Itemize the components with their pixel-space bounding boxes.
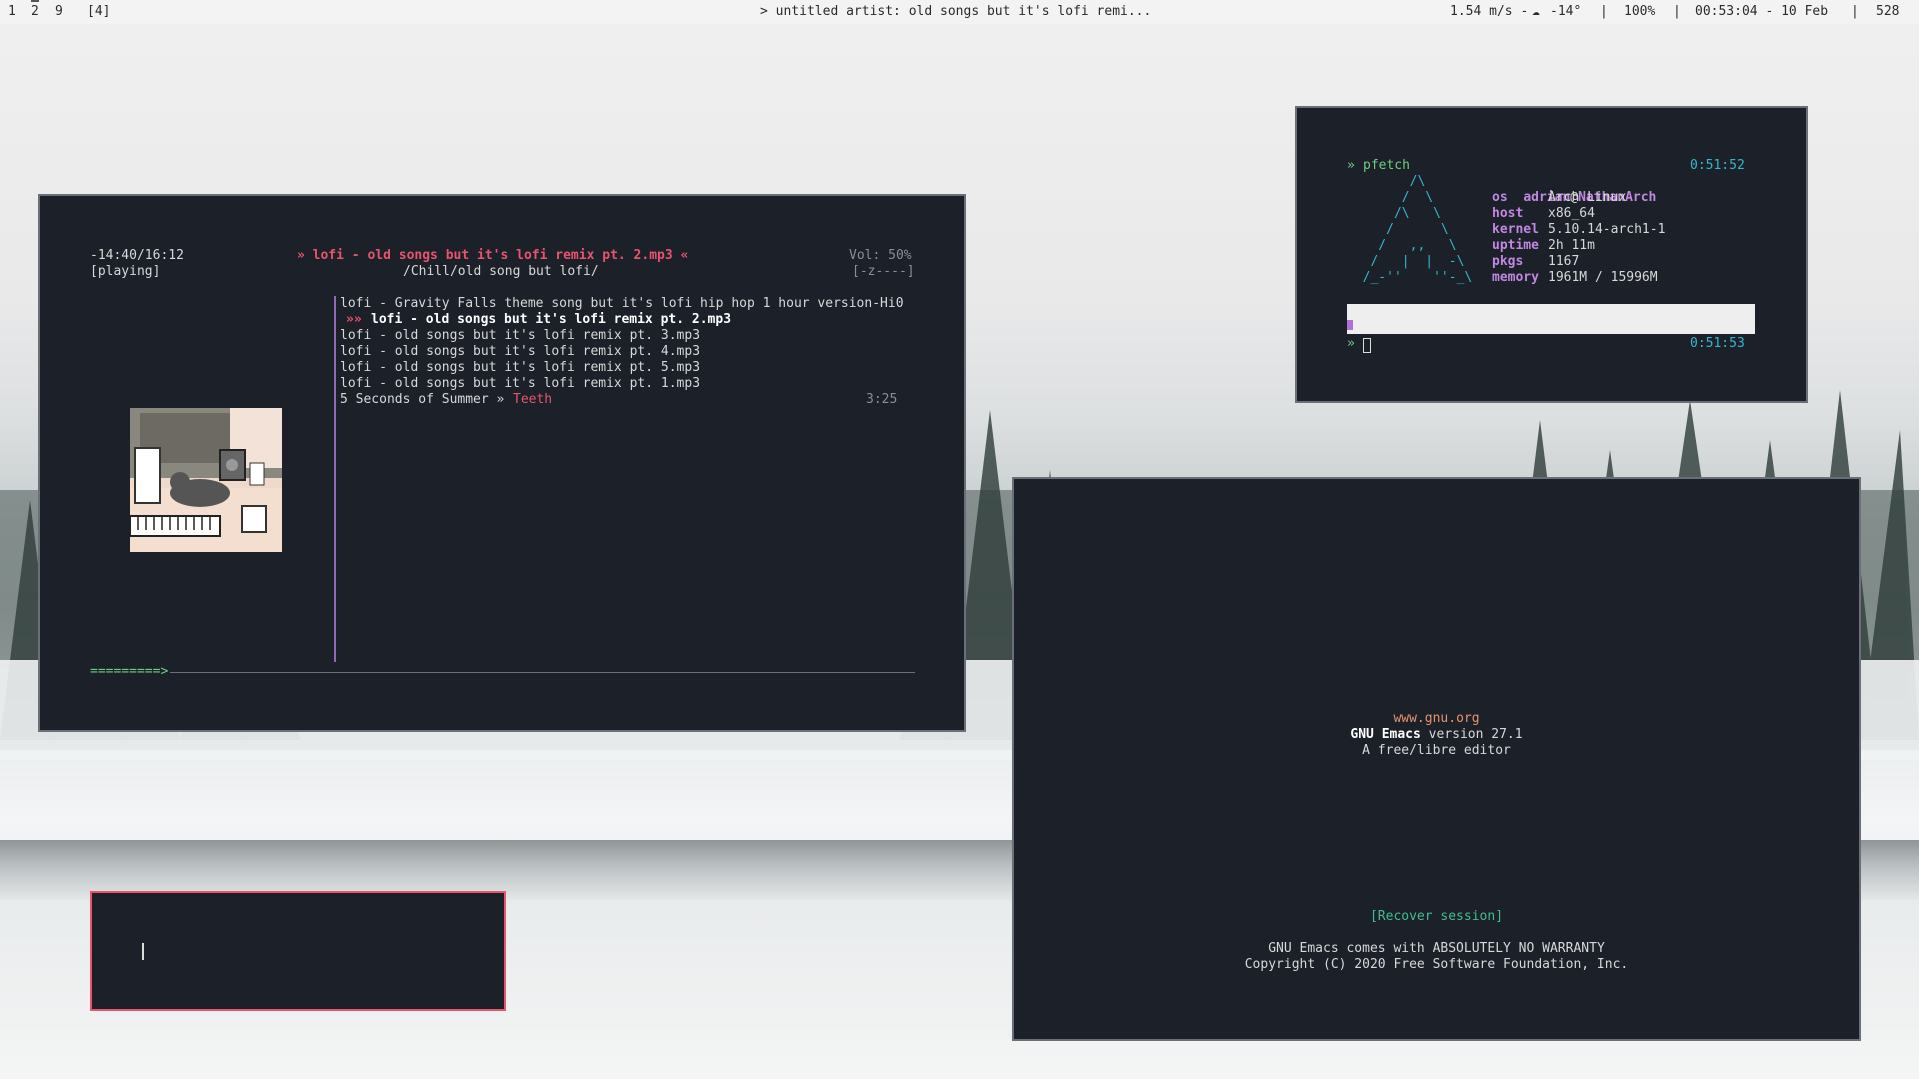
- queue-item-duration: 3:25: [866, 392, 898, 407]
- queue-item-title[interactable]: Teeth: [513, 392, 552, 408]
- album-art-illustration: [130, 408, 282, 552]
- info-value: 1961M / 15996M: [1548, 270, 1658, 285]
- emacs-window[interactable]: www.gnu.org GNU Emacs version 27.1 A fre…: [1012, 477, 1861, 1041]
- queue-item[interactable]: lofi - old songs but it's lofi remix pt.…: [340, 344, 700, 360]
- info-key: kernel: [1492, 222, 1539, 237]
- emacs-copyright: Copyright (C) 2020 Free Software Foundat…: [1244, 957, 1629, 972]
- arch-logo: /\ / \ /\ \ / \ / ,, \ / | | -\ /_-'' ''…: [1362, 174, 1473, 285]
- queue-item[interactable]: lofi - Gravity Falls theme song but it's…: [340, 296, 904, 312]
- queue-item[interactable]: lofi - old songs but it's lofi remix pt.…: [340, 376, 700, 392]
- info-key: uptime: [1492, 238, 1539, 253]
- emacs-recover: [Recover session]: [1014, 909, 1859, 925]
- playback-state: [playing]: [90, 264, 161, 279]
- queue-current-marker: »»: [346, 312, 362, 327]
- progress-track: [90, 672, 915, 673]
- info-key: os: [1492, 190, 1508, 205]
- text-cursor: [142, 943, 144, 960]
- prompt-time: 0:51:52: [1690, 158, 1745, 173]
- terminal-command: pfetch: [1363, 158, 1410, 173]
- queue-divider: [334, 296, 336, 662]
- prompt-symbol: »: [1347, 158, 1355, 173]
- album-art: [130, 408, 282, 552]
- small-terminal-window[interactable]: [90, 891, 506, 1011]
- bar-extra: 528: [1876, 4, 1900, 19]
- clock: 00:53:04 - 10 Feb: [1695, 4, 1829, 19]
- prompt-symbol: »: [1347, 336, 1355, 351]
- volume-indicator: 100%: [1624, 4, 1656, 19]
- info-key: memory: [1492, 270, 1539, 285]
- workspace-9[interactable]: 9: [55, 0, 63, 24]
- info-value: 2h 11m: [1548, 238, 1595, 253]
- terminal-window[interactable]: » pfetch 0:51:52 /\ / \ /\ \ / \ / ,, \ …: [1295, 106, 1808, 403]
- queue-item[interactable]: lofi - old songs but it's lofi remix pt.…: [340, 328, 700, 344]
- net-speed: 1.54 m/s -: [1450, 4, 1529, 19]
- emacs-tagline: A free/libre editor: [1362, 743, 1511, 758]
- progress-fill: =========>: [90, 664, 171, 680]
- music-player-window[interactable]: -14:40/16:12 [playing] » lofi - old song…: [38, 194, 966, 732]
- workspace-1[interactable]: 1: [8, 0, 16, 24]
- emacs-version: version 27.1: [1420, 727, 1523, 742]
- emacs-version-line: GNU Emacs version 27.1: [1014, 727, 1859, 743]
- current-track-title: » lofi - old songs but it's lofi remix p…: [297, 248, 689, 263]
- layout-indicator[interactable]: [4]: [87, 0, 110, 24]
- info-value: 5.10.14-arch1-1: [1548, 222, 1666, 237]
- volume-level: Vol: 50%: [849, 248, 912, 263]
- queue-item[interactable]: lofi - old songs but it's lofi remix pt.…: [340, 360, 700, 376]
- info-key: host: [1492, 206, 1524, 221]
- info-value: x86_64: [1548, 206, 1595, 221]
- palette-swatch: [1347, 320, 1353, 330]
- emacs-name: GNU Emacs: [1350, 727, 1421, 742]
- queue-item-artist[interactable]: 5 Seconds of Summer »: [340, 392, 504, 408]
- prompt-time: 0:51:53: [1690, 336, 1745, 351]
- now-playing: > untitled artist: old songs but it's lo…: [760, 4, 1152, 19]
- bar-separator: |: [1851, 4, 1859, 19]
- playback-time: -14:40/16:12: [90, 248, 184, 263]
- info-key: pkgs: [1492, 254, 1524, 269]
- emacs-splash: www.gnu.org GNU Emacs version 27.1 A fre…: [1014, 711, 1859, 759]
- info-value: 1167: [1548, 254, 1580, 269]
- emacs-footer: GNU Emacs comes with ABSOLUTELY NO WARRA…: [1014, 941, 1859, 973]
- mode-flags: [-z----]: [852, 264, 915, 279]
- recover-session-button[interactable]: [Recover session]: [1370, 909, 1503, 924]
- weather-temp: -14°: [1550, 4, 1582, 19]
- color-palette-strip: [1347, 304, 1755, 334]
- bar-separator: |: [1600, 4, 1608, 19]
- emacs-warranty: GNU Emacs comes with ABSOLUTELY NO WARRA…: [1268, 941, 1605, 956]
- queue-item-current[interactable]: lofi - old songs but it's lofi remix pt.…: [371, 312, 731, 328]
- current-track-path: /Chill/old song but lofi/: [403, 264, 599, 279]
- status-bar: 1 2 9 [4] > untitled artist: old songs b…: [0, 0, 1919, 24]
- emacs-url-link[interactable]: www.gnu.org: [1014, 711, 1859, 727]
- info-value: Arch Linux: [1548, 190, 1627, 205]
- workspace-2[interactable]: 2: [31, 0, 39, 22]
- terminal-cursor: [1363, 338, 1371, 353]
- cloud-icon: ☁: [1532, 4, 1540, 19]
- bar-separator: |: [1673, 4, 1681, 19]
